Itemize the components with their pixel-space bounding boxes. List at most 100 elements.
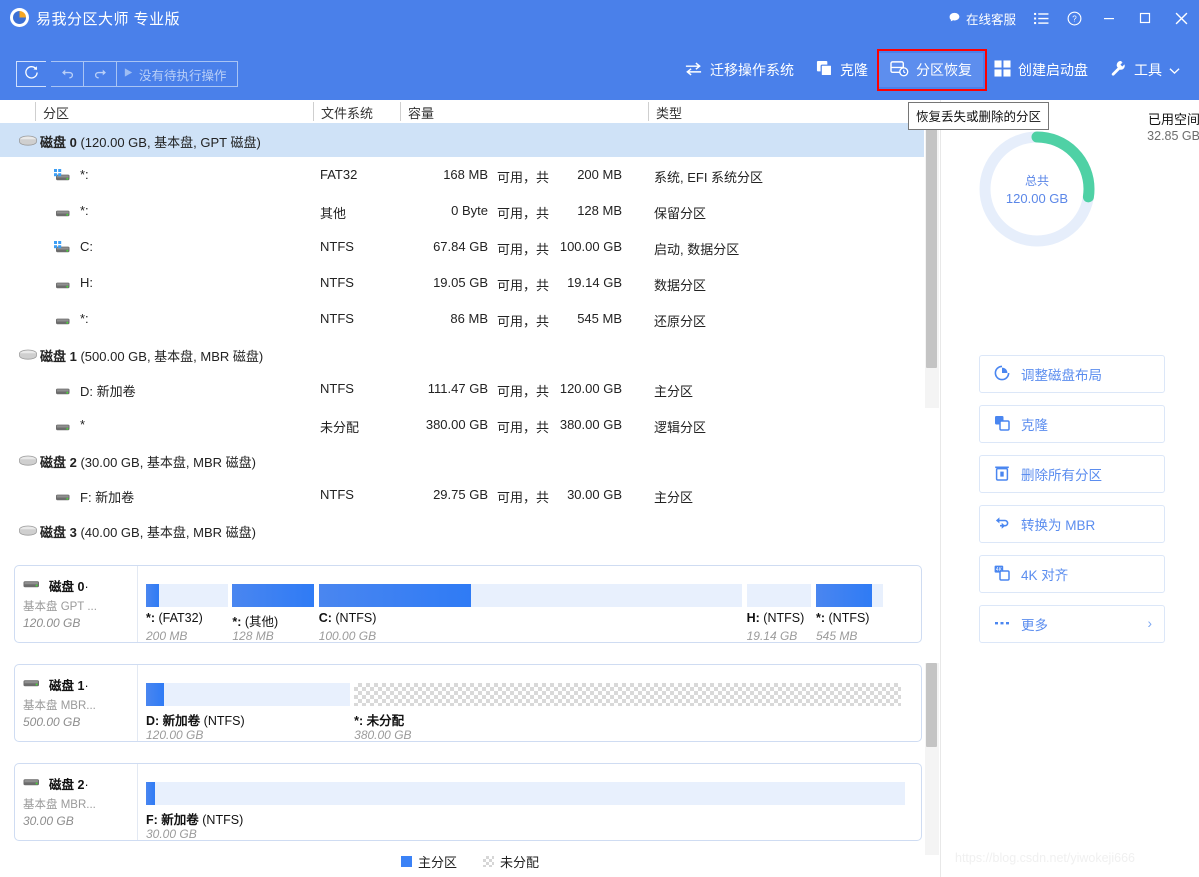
disk-map-partition-size: 120.00 GB bbox=[146, 728, 203, 742]
partition-row[interactable]: *:NTFS86 MB可用，共545 MB还原分区 bbox=[0, 301, 924, 337]
apply-operations-button[interactable]: 没有待执行操作 bbox=[117, 61, 238, 87]
disk-map-partition[interactable]: *: (NTFS)545 MB bbox=[816, 584, 883, 607]
refresh-button[interactable] bbox=[16, 61, 46, 87]
partition-name: H: bbox=[80, 275, 93, 290]
disk-map-bars: D: 新加卷 (NTFS)120.00 GB*: 未分配380.00 GB bbox=[146, 665, 917, 741]
disk-map-size: 500.00 GB bbox=[23, 715, 137, 729]
disk-row-info: (40.00 GB, 基本盘, MBR 磁盘) bbox=[77, 525, 256, 540]
action-trash[interactable]: 删除所有分区 bbox=[979, 455, 1165, 493]
disk-map-partition-label: *: (FAT32) bbox=[146, 611, 203, 625]
disk-map-header: 磁盘 2·基本盘 MBR...30.00 GB bbox=[15, 764, 138, 840]
disk-map-row[interactable]: 磁盘 0·基本盘 GPT ...120.00 GB*: (FAT32)200 M… bbox=[14, 565, 922, 643]
partition-list-scroll-thumb[interactable] bbox=[926, 123, 937, 368]
disk-row[interactable]: 磁盘 0 (120.00 GB, 基本盘, GPT 磁盘) bbox=[0, 123, 924, 157]
column-header-capacity[interactable]: 容量 bbox=[408, 103, 434, 122]
column-header-partition[interactable]: 分区 bbox=[43, 103, 69, 122]
chevron-right-icon: › bbox=[1148, 616, 1153, 631]
disk-map-partition[interactable]: C: (NTFS)100.00 GB bbox=[319, 584, 742, 607]
partition-name: C: bbox=[80, 239, 93, 254]
disk-row-info: (30.00 GB, 基本盘, MBR 磁盘) bbox=[77, 455, 256, 470]
disk-map-partition[interactable]: H: (NTFS)19.14 GB bbox=[747, 584, 812, 607]
action-more-dots[interactable]: 更多› bbox=[979, 605, 1165, 643]
app-window: 易我分区大师 专业版 在线客服 ? bbox=[0, 0, 1199, 877]
legend-unallocated-swatch bbox=[483, 856, 494, 867]
partition-row[interactable]: *:FAT32168 MB可用，共200 MB系统, EFI 系统分区 bbox=[0, 157, 924, 193]
partition-list-scrollbar[interactable] bbox=[925, 123, 939, 408]
partition-row[interactable]: H:NTFS19.05 GB可用，共19.14 GB数据分区 bbox=[0, 265, 924, 301]
menu-button[interactable] bbox=[1025, 0, 1058, 36]
help-button[interactable]: ? bbox=[1058, 0, 1091, 36]
toolbar-clone[interactable]: 克隆 bbox=[805, 53, 879, 87]
disk-map-bars: F: 新加卷 (NTFS)30.00 GB bbox=[146, 764, 917, 840]
legend-unallocated: 未分配 bbox=[483, 852, 539, 871]
close-button[interactable] bbox=[1163, 0, 1199, 36]
column-header-filesystem[interactable]: 文件系统 bbox=[321, 103, 373, 122]
play-icon bbox=[123, 67, 134, 81]
disk-map-partition[interactable]: D: 新加卷 (NTFS)120.00 GB bbox=[146, 683, 350, 706]
partition-row[interactable]: *:其他0 Byte可用，共128 MB保留分区 bbox=[0, 193, 924, 229]
undo-icon bbox=[60, 66, 75, 83]
disk-map-partition-size: 200 MB bbox=[146, 629, 187, 643]
undo-button[interactable] bbox=[51, 61, 84, 87]
disk-map-partition-label: F: 新加卷 (NTFS) bbox=[146, 809, 243, 828]
disk-map-row[interactable]: 磁盘 1·基本盘 MBR...500.00 GBD: 新加卷 (NTFS)120… bbox=[14, 664, 922, 742]
migrate-os-icon bbox=[684, 61, 703, 80]
minimize-button[interactable] bbox=[1091, 0, 1127, 36]
disk-map-scrollbar[interactable] bbox=[925, 663, 939, 855]
disk-row[interactable]: 磁盘 1 (500.00 GB, 基本盘, MBR 磁盘) bbox=[0, 337, 924, 371]
partition-used-bar bbox=[146, 782, 155, 805]
partition-filesystem: NTFS bbox=[320, 487, 354, 502]
disk-map-scroll-thumb[interactable] bbox=[926, 663, 937, 747]
online-support-label: 在线客服 bbox=[966, 9, 1016, 28]
title-bar-actions: 在线客服 ? bbox=[939, 0, 1199, 36]
partition-row[interactable]: *未分配380.00 GB可用，共380.00 GB逻辑分区 bbox=[0, 407, 924, 443]
partition-used-bar bbox=[816, 584, 872, 607]
title-bar: 易我分区大师 专业版 在线客服 ? bbox=[0, 0, 1199, 36]
disk-map-partition[interactable]: *: 未分配380.00 GB bbox=[354, 683, 901, 706]
disk-map-partition[interactable]: *: (FAT32)200 MB bbox=[146, 584, 228, 607]
disk-row[interactable]: 磁盘 2 (30.00 GB, 基本盘, MBR 磁盘) bbox=[0, 443, 924, 477]
online-support-button[interactable]: 在线客服 bbox=[939, 0, 1025, 36]
bootable-media-icon bbox=[994, 60, 1011, 80]
partition-row[interactable]: F: 新加卷NTFS29.75 GB可用，共30.00 GB主分区 bbox=[0, 477, 924, 513]
partition-filesystem: 其他 bbox=[320, 203, 346, 222]
disk-usage-chart: 总共 120.00 GB 已用空间 32.85 GB bbox=[953, 127, 1173, 307]
action-convert[interactable]: 转换为 MBR bbox=[979, 505, 1165, 543]
action-label: 调整磁盘布局 bbox=[1021, 364, 1102, 384]
maximize-button[interactable] bbox=[1127, 0, 1163, 36]
operation-group: 没有待执行操作 bbox=[16, 61, 238, 87]
disk-map-partition[interactable]: *: (其他)128 MB bbox=[232, 584, 314, 607]
partition-list[interactable]: 磁盘 0 (120.00 GB, 基本盘, GPT 磁盘)*:FAT32168 … bbox=[0, 123, 940, 558]
toolbar-bootable-media[interactable]: 创建启动盘 bbox=[983, 53, 1099, 87]
legend-primary-swatch bbox=[401, 856, 412, 867]
partition-capacity-bar bbox=[354, 683, 901, 706]
partition-total: 128 MB bbox=[540, 203, 622, 218]
disk-map-partition-size: 100.00 GB bbox=[319, 629, 376, 643]
toolbar-actions: 迁移操作系统 克隆 分区恢复 创建启动盘 工具 bbox=[673, 52, 1191, 88]
donut-total-value: 120.00 GB bbox=[1006, 191, 1068, 206]
partition-total: 120.00 GB bbox=[540, 381, 622, 396]
partition-capacity-bar bbox=[146, 782, 905, 805]
partition-row[interactable]: C:NTFS67.84 GB可用，共100.00 GB启动, 数据分区 bbox=[0, 229, 924, 265]
partition-row[interactable]: D: 新加卷NTFS111.47 GB可用，共120.00 GB主分区 bbox=[0, 371, 924, 407]
disk-map-partition[interactable]: F: 新加卷 (NTFS)30.00 GB bbox=[146, 782, 905, 805]
disk-map[interactable]: 磁盘 0·基本盘 GPT ...120.00 GB*: (FAT32)200 M… bbox=[0, 560, 940, 860]
disk-row-name: 磁盘 3 bbox=[40, 525, 77, 540]
partition-recovery-tooltip: 恢复丢失或删除的分区 bbox=[908, 102, 1049, 130]
partition-name: D: 新加卷 bbox=[80, 381, 136, 400]
disk-map-row[interactable]: 磁盘 2·基本盘 MBR...30.00 GB F: 新加卷 (NTFS)30.0… bbox=[14, 763, 922, 841]
column-header-type[interactable]: 类型 bbox=[656, 103, 682, 122]
toolbar-migrate-os[interactable]: 迁移操作系统 bbox=[673, 53, 805, 87]
disk-map-legend: 主分区 未分配 bbox=[0, 845, 940, 877]
disk-map-partition-label: D: 新加卷 (NTFS) bbox=[146, 710, 245, 729]
action-clone[interactable]: 克隆 bbox=[979, 405, 1165, 443]
disk-row[interactable]: 磁盘 3 (40.00 GB, 基本盘, MBR 磁盘) bbox=[0, 513, 924, 547]
action-align-4k[interactable]: 4K4K 对齐 bbox=[979, 555, 1165, 593]
redo-button[interactable] bbox=[84, 61, 117, 87]
disk-map-subtitle: 基本盘 MBR... bbox=[23, 697, 137, 713]
toolbar-tools[interactable]: 工具 bbox=[1099, 53, 1191, 87]
disk-icon bbox=[23, 677, 40, 692]
toolbar-partition-recovery[interactable]: 分区恢复 bbox=[879, 53, 983, 87]
action-adjust-layout[interactable]: 调整磁盘布局 bbox=[979, 355, 1165, 393]
partition-used-bar bbox=[146, 584, 159, 607]
